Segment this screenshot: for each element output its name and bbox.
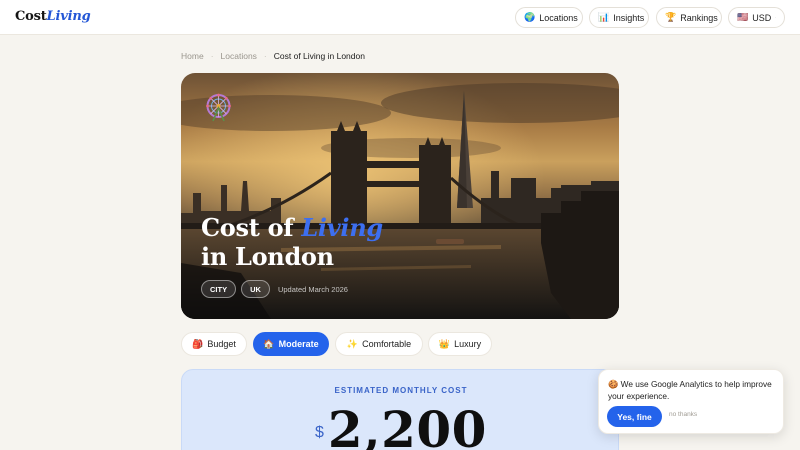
breadcrumb: Home · Locations · Cost of Living in Lon… [181,51,365,61]
tier-moderate-button[interactable]: 🏠 Moderate [253,332,329,356]
updated-date: Updated March 2026 [277,284,348,294]
trophy-icon: 🏆 [665,12,677,22]
cookie-consent-banner: 🍪 We use Google Analytics to help improv… [598,369,784,434]
cookie-message: 🍪 We use Google Analytics to help improv… [608,378,780,402]
nav-insights-button[interactable]: 📊 Insights [589,7,649,28]
tier-comfortable-label: Comfortable [362,339,412,349]
globe-icon: 🌍 [524,12,536,22]
breadcrumb-current: Cost of Living in London [273,51,365,61]
page-title: Cost of Living in London [201,213,383,271]
currency-label: USD [752,12,772,23]
tag-country: UK [241,280,270,298]
chevron-down-icon [775,17,776,18]
decline-cookies-link[interactable]: no thanks [669,411,697,418]
nav-insights-label: Insights [613,12,645,23]
breadcrumb-separator: · [263,51,267,61]
tier-comfortable-button[interactable]: ✨ Comfortable [335,332,423,356]
nav-rankings-label: Rankings [680,12,718,23]
estimate-value: $2,200 [182,400,620,450]
estimated-cost-card: ESTIMATED MONTHLY COST $2,200 [181,369,619,450]
tier-luxury-button[interactable]: 👑 Luxury [428,332,492,356]
estimate-label: ESTIMATED MONTHLY COST [334,386,468,395]
nav-rankings-button[interactable]: 🏆 Rankings [656,7,722,28]
tier-budget-label: Budget [207,339,236,349]
crown-icon: 👑 [438,338,451,349]
sparkles-icon: ✨ [346,338,359,349]
site-logo[interactable]: CostLiving [15,9,91,24]
cookie-icon: 🍪 [608,379,619,389]
nav-locations-button[interactable]: 🌍 Locations [515,7,583,28]
tier-moderate-label: Moderate [278,339,319,349]
nav-locations-label: Locations [539,12,578,23]
currency-symbol: $ [315,424,324,441]
backpack-icon: 🎒 [192,338,204,349]
house-icon: 🏠 [263,338,275,349]
breadcrumb-separator: · [210,51,214,61]
tier-luxury-label: Luxury [454,339,482,349]
top-navigation-bar: CostLiving 🌍 Locations 📊 Insights 🏆 Rank… [0,0,800,35]
breadcrumb-home[interactable]: Home [181,51,204,61]
chart-icon: 📊 [598,12,610,22]
tag-city: CITY [201,280,237,298]
cookie-text: We use Google Analytics to help improve … [608,379,772,401]
hero-tags: CITY UK Updated March 2026 [201,280,348,298]
accept-cookies-button[interactable]: Yes, fine [607,406,662,427]
ferris-wheel-icon [206,93,231,122]
us-flag-icon: 🇺🇸 [737,12,749,22]
hero-banner: Cost of Living in London CITY UK Updated… [181,73,619,319]
currency-selector[interactable]: 🇺🇸 USD [728,7,785,28]
estimate-amount: 2,200 [327,400,487,450]
breadcrumb-locations[interactable]: Locations [221,51,257,61]
tier-budget-button[interactable]: 🎒 Budget [181,332,247,356]
